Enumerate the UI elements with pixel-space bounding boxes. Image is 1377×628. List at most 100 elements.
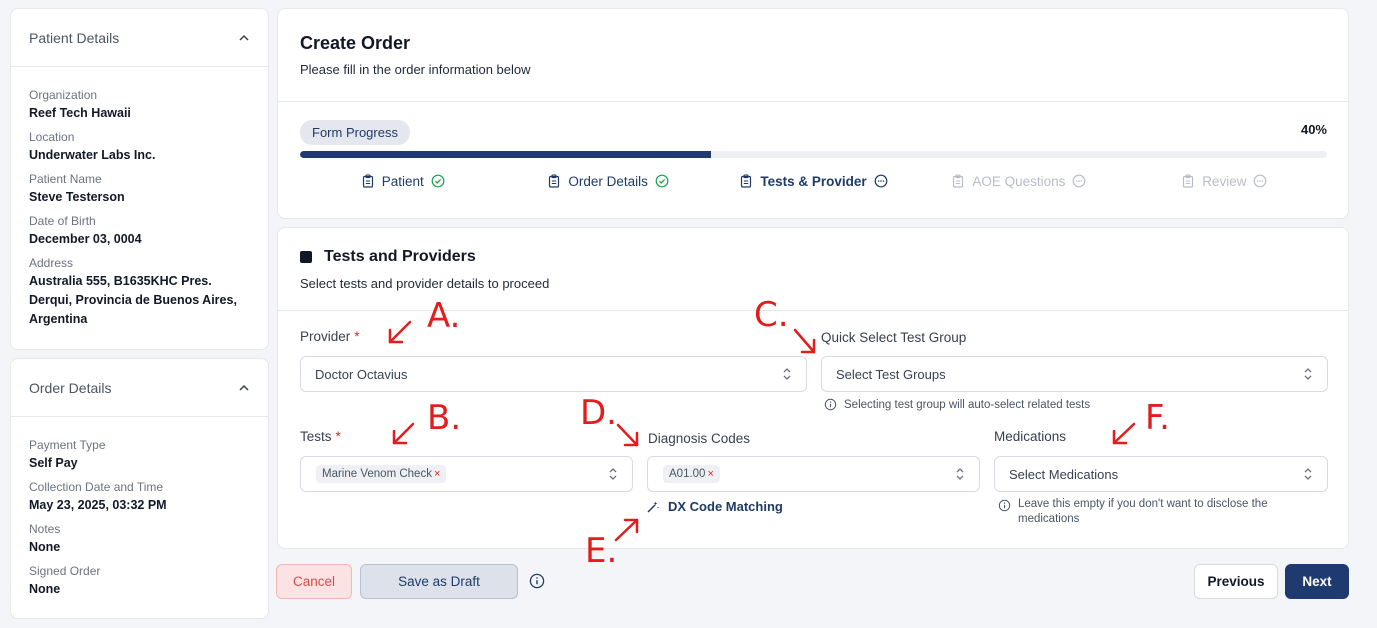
order-details-card: Order Details Payment Type Self Pay Coll… xyxy=(10,358,269,619)
annotation-a: A. xyxy=(427,296,461,336)
test-group-placeholder: Select Test Groups xyxy=(836,366,946,382)
updown-icon xyxy=(1304,468,1312,480)
create-order-card: Create Order Please fill in the order in… xyxy=(277,8,1349,219)
form-progress-badge: Form Progress xyxy=(300,120,410,145)
dob-value: December 03, 0004 xyxy=(29,232,142,246)
check-circle-icon xyxy=(655,174,669,188)
page-title: Create Order xyxy=(300,33,411,53)
quick-select-label: Quick Select Test Group xyxy=(821,330,967,345)
medications-select[interactable]: Select Medications xyxy=(994,456,1328,492)
next-button[interactable]: Next xyxy=(1285,564,1349,599)
provider-select[interactable]: Doctor Octavius xyxy=(300,356,807,392)
address-value: Australia 555, B1635KHC Pres. Derqui, Pr… xyxy=(29,274,237,326)
info-icon[interactable] xyxy=(529,573,545,589)
diagnosis-label: Diagnosis Codes xyxy=(648,431,751,446)
progress-bar xyxy=(300,151,1327,158)
annotation-e: E. xyxy=(585,531,618,571)
required-mark: * xyxy=(354,329,360,344)
info-icon xyxy=(824,398,837,411)
step-order-details[interactable]: Order Details xyxy=(505,171,710,191)
step-label: Patient xyxy=(381,173,424,189)
organization-value: Reef Tech Hawaii xyxy=(29,106,131,120)
updown-icon xyxy=(956,468,964,480)
step-label: Tests & Provider xyxy=(760,173,867,189)
step-tests-provider[interactable]: Tests & Provider xyxy=(711,171,916,191)
test-chip-label: Marine Venom Check xyxy=(322,468,432,480)
patient-details-card: Patient Details Organization Reef Tech H… xyxy=(10,8,269,350)
clipboard-icon xyxy=(362,174,373,188)
dx-code-matching-label: DX Code Matching xyxy=(668,499,783,514)
diagnosis-chip-label: A01.00 xyxy=(669,468,706,480)
step-label: Review xyxy=(1202,173,1247,189)
remove-chip-icon[interactable]: × xyxy=(707,468,713,480)
dob-label: Date of Birth xyxy=(29,214,96,228)
test-chip: Marine Venom Check × xyxy=(316,465,447,483)
progress-bar-fill xyxy=(300,151,711,158)
updown-icon xyxy=(609,468,617,480)
cancel-button[interactable]: Cancel xyxy=(276,564,352,599)
header-divider xyxy=(278,101,1348,102)
save-draft-button[interactable]: Save as Draft xyxy=(360,564,518,599)
payment-type-label: Payment Type xyxy=(29,438,106,452)
tests-select[interactable]: Marine Venom Check × xyxy=(300,456,633,492)
address-label: Address xyxy=(29,256,74,270)
patient-name-label: Patient Name xyxy=(29,172,102,186)
test-group-select[interactable]: Select Test Groups xyxy=(821,356,1328,392)
test-group-hint-text: Selecting test group will auto-select re… xyxy=(844,399,1091,411)
annotation-b: B. xyxy=(427,398,462,438)
page-subtitle: Please fill in the order information bel… xyxy=(300,62,531,77)
clipboard-icon xyxy=(953,174,964,188)
provider-label: Provider * xyxy=(300,329,360,344)
updown-icon xyxy=(1304,368,1312,380)
order-details-header[interactable]: Order Details xyxy=(11,359,268,417)
step-review[interactable]: Review xyxy=(1122,171,1327,191)
notes-label: Notes xyxy=(29,522,61,536)
patient-name-value: Steve Testerson xyxy=(29,190,125,204)
section-subtitle: Select tests and provider details to pro… xyxy=(300,276,550,291)
chevron-up-icon[interactable] xyxy=(238,32,250,44)
dots-circle-icon xyxy=(874,174,888,188)
section-title: Tests and Providers xyxy=(300,248,476,266)
section-square-icon xyxy=(300,251,312,263)
medications-hint-text: Leave this empty if you don't want to di… xyxy=(1018,498,1268,525)
clipboard-icon xyxy=(741,174,752,188)
collection-date-label: Collection Date and Time xyxy=(29,480,164,494)
medications-placeholder: Select Medications xyxy=(1009,466,1119,482)
medications-label: Medications xyxy=(994,429,1067,444)
tests-providers-card: Tests and Providers Select tests and pro… xyxy=(277,227,1349,549)
clipboard-icon xyxy=(549,174,560,188)
updown-icon xyxy=(783,368,791,380)
patient-details-title: Patient Details xyxy=(29,29,120,46)
step-patient[interactable]: Patient xyxy=(300,171,505,191)
required-mark: * xyxy=(335,429,341,444)
notes-value: None xyxy=(29,540,61,554)
section-title-text: Tests and Providers xyxy=(324,248,476,265)
tests-label-text: Tests xyxy=(300,429,332,444)
clipboard-icon xyxy=(1183,174,1194,188)
location-label: Location xyxy=(29,130,75,144)
chevron-up-icon[interactable] xyxy=(238,382,250,394)
info-icon xyxy=(998,499,1011,512)
location-value: Underwater Labs Inc. xyxy=(29,148,156,162)
patient-details-header[interactable]: Patient Details xyxy=(11,9,268,67)
test-group-hint: Selecting test group will auto-select re… xyxy=(824,398,1090,413)
signed-order-label: Signed Order xyxy=(29,564,101,578)
provider-label-text: Provider xyxy=(300,329,351,344)
diagnosis-select[interactable]: A01.00 × xyxy=(647,456,980,492)
previous-button[interactable]: Previous xyxy=(1194,564,1278,599)
annotation-f: F. xyxy=(1145,398,1170,438)
annotation-c: C. xyxy=(754,295,789,335)
dx-code-matching-link[interactable]: DX Code Matching xyxy=(646,499,783,514)
provider-value: Doctor Octavius xyxy=(315,366,408,382)
check-circle-icon xyxy=(431,174,445,188)
remove-chip-icon[interactable]: × xyxy=(434,468,440,480)
diagnosis-chip: A01.00 × xyxy=(663,465,720,483)
signed-order-value: None xyxy=(29,582,61,596)
organization-label: Organization xyxy=(29,88,98,102)
progress-percent: 40% xyxy=(1300,122,1327,137)
medications-hint: Leave this empty if you don't want to di… xyxy=(998,497,1298,527)
order-details-title: Order Details xyxy=(29,379,112,396)
payment-type-value: Self Pay xyxy=(29,456,78,470)
step-aoe-questions[interactable]: AOE Questions xyxy=(916,171,1121,191)
dots-circle-icon xyxy=(1073,174,1086,188)
